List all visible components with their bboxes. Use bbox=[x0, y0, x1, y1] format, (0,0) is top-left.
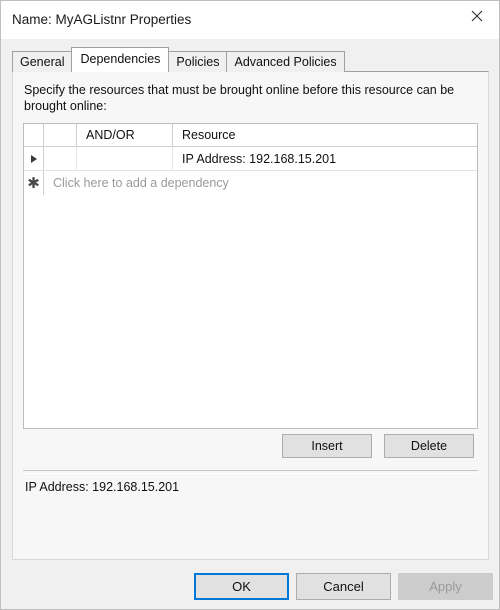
dependencies-grid[interactable]: AND/OR Resource IP Address: 192.168.15.2… bbox=[23, 123, 478, 429]
grid-header-row: AND/OR Resource bbox=[24, 124, 477, 147]
row-and-or-cell[interactable] bbox=[77, 147, 173, 170]
window-title: Name: MyAGListnr Properties bbox=[12, 12, 192, 27]
new-row-asterisk-icon: ✱ bbox=[27, 174, 40, 192]
tab-general[interactable]: General bbox=[12, 51, 73, 72]
row-marker-current bbox=[24, 147, 44, 170]
apply-button: Apply bbox=[398, 573, 493, 600]
close-icon bbox=[471, 10, 483, 22]
insert-button[interactable]: Insert bbox=[282, 434, 372, 458]
close-button[interactable] bbox=[454, 1, 499, 31]
tab-strip: General Dependencies Policies Advanced P… bbox=[12, 47, 345, 72]
column-header-and-or[interactable]: AND/OR bbox=[77, 124, 173, 146]
properties-dialog: Name: MyAGListnr Properties General Depe… bbox=[0, 0, 500, 610]
tab-advanced-policies[interactable]: Advanced Policies bbox=[226, 51, 345, 72]
tab-policies[interactable]: Policies bbox=[168, 51, 228, 72]
dependency-summary-text: IP Address: 192.168.15.201 bbox=[25, 480, 180, 494]
column-header-marker bbox=[24, 124, 44, 146]
row-spacer-cell bbox=[44, 147, 77, 170]
section-divider bbox=[23, 470, 478, 474]
table-row[interactable]: IP Address: 192.168.15.201 bbox=[24, 147, 477, 171]
cancel-button[interactable]: Cancel bbox=[296, 573, 391, 600]
current-row-arrow-icon bbox=[30, 154, 37, 163]
column-header-resource[interactable]: Resource bbox=[173, 124, 477, 146]
delete-button[interactable]: Delete bbox=[384, 434, 474, 458]
dependencies-tab-panel: Specify the resources that must be broug… bbox=[12, 71, 489, 560]
title-bar: Name: MyAGListnr Properties bbox=[1, 1, 499, 40]
new-row[interactable]: ✱ Click here to add a dependency bbox=[24, 171, 477, 195]
add-dependency-placeholder[interactable]: Click here to add a dependency bbox=[44, 171, 477, 195]
column-header-spacer bbox=[44, 124, 77, 146]
tab-dependencies[interactable]: Dependencies bbox=[71, 47, 170, 72]
instruction-text: Specify the resources that must be broug… bbox=[24, 83, 455, 113]
row-resource-cell[interactable]: IP Address: 192.168.15.201 bbox=[173, 147, 477, 170]
ok-button[interactable]: OK bbox=[194, 573, 289, 600]
row-marker-new: ✱ bbox=[24, 171, 44, 195]
